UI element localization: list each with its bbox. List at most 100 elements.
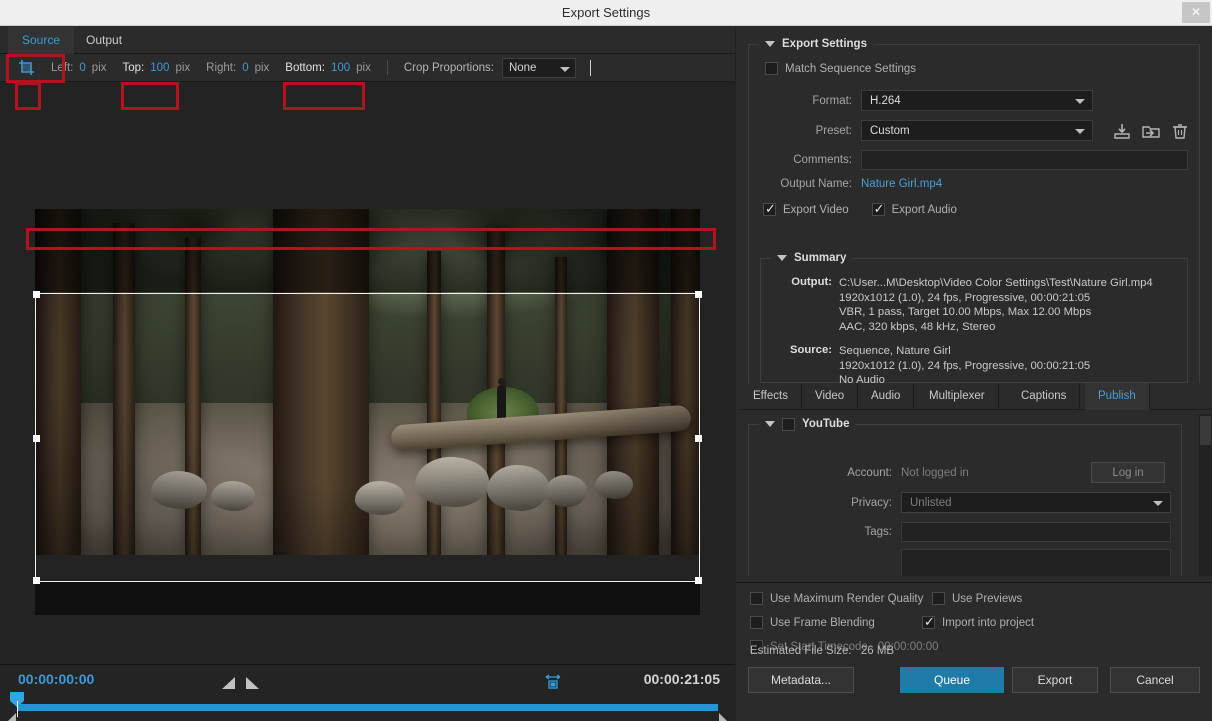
tab-output[interactable]: Output bbox=[72, 26, 136, 54]
crop-proportions-select[interactable]: None bbox=[501, 57, 576, 78]
use-previews-checkbox[interactable] bbox=[932, 592, 945, 605]
crop-toolbar: Left: 0 pix Top: 100 pix Right: 0 pix Bo… bbox=[0, 54, 735, 82]
match-sequence-row: Match Sequence Settings bbox=[765, 62, 916, 75]
youtube-group: YouTube Account: Not logged in Log in Pr… bbox=[748, 416, 1183, 576]
youtube-login-button[interactable]: Log in bbox=[1091, 462, 1165, 483]
output-name-label: Output Name: bbox=[780, 178, 852, 190]
tab-effects[interactable]: Effects bbox=[740, 383, 802, 410]
playhead-line bbox=[16, 701, 18, 717]
use-previews-row: Use Previews bbox=[932, 592, 1022, 605]
format-select[interactable]: H.264 bbox=[861, 90, 1093, 111]
scrubber-track[interactable] bbox=[18, 704, 718, 711]
description-input[interactable] bbox=[901, 549, 1171, 576]
export-audio-checkbox[interactable] bbox=[871, 201, 885, 217]
summary-header: Summary bbox=[771, 250, 853, 266]
crop-tool-icon[interactable] bbox=[18, 59, 35, 76]
crop-top-unit: pix bbox=[175, 61, 191, 74]
privacy-row: Privacy: Unlisted bbox=[749, 492, 1183, 513]
in-point-icon[interactable] bbox=[4, 713, 16, 721]
queue-button[interactable]: Queue bbox=[900, 667, 1004, 693]
match-sequence-checkbox[interactable] bbox=[765, 62, 778, 75]
privacy-label: Privacy: bbox=[851, 496, 892, 509]
match-sequence-label: Match Sequence Settings bbox=[785, 62, 917, 75]
chevron-down-icon bbox=[1153, 501, 1163, 506]
summary-output-line: 1920x1012 (1.0), 24 fps, Progressive, 00… bbox=[839, 291, 1091, 304]
output-name-link[interactable]: Nature Girl.mp4 bbox=[861, 178, 942, 190]
crop-proportions-label: Crop Proportions: bbox=[403, 61, 494, 74]
crop-dim-top bbox=[35, 209, 700, 292]
export-button[interactable]: Export bbox=[1012, 667, 1098, 693]
disclosure-triangle-icon[interactable] bbox=[765, 41, 775, 47]
disclosure-triangle-icon[interactable] bbox=[777, 255, 787, 261]
bottom-options-panel: Use Maximum Render Quality Use Previews … bbox=[736, 582, 1212, 721]
scrubber-area[interactable] bbox=[0, 691, 735, 721]
render-quality-row: Use Maximum Render Quality bbox=[750, 592, 923, 605]
summary-source-line: 1920x1012 (1.0), 24 fps, Progressive, 00… bbox=[839, 359, 1091, 372]
tab-audio[interactable]: Audio bbox=[858, 383, 915, 410]
tags-row: Tags: bbox=[749, 522, 1183, 542]
publish-panel: YouTube Account: Not logged in Log in Pr… bbox=[736, 410, 1212, 576]
chevron-down-icon bbox=[1075, 129, 1085, 134]
privacy-select[interactable]: Unlisted bbox=[901, 492, 1171, 513]
estimated-file-size-value: 26 MB bbox=[860, 645, 895, 657]
crop-bottom-unit: pix bbox=[356, 61, 371, 74]
summary-output-line: C:\User...M\Desktop\Video Color Settings… bbox=[839, 277, 1153, 289]
import-preset-icon[interactable] bbox=[1141, 121, 1161, 141]
account-label: Account: bbox=[847, 466, 892, 479]
crop-left-value[interactable]: 0 bbox=[79, 62, 85, 74]
save-preset-icon[interactable] bbox=[1112, 121, 1132, 141]
current-timecode[interactable]: 00:00:00:00 bbox=[18, 671, 94, 687]
summary-source-block: Source: Sequence, Nature Girl 1920x1012 … bbox=[769, 344, 1189, 388]
crop-bottom-value[interactable]: 100 bbox=[331, 62, 350, 74]
toolbar-divider bbox=[386, 60, 388, 75]
tags-label: Tags: bbox=[864, 526, 893, 538]
crop-dim-bottom bbox=[35, 581, 700, 615]
tab-video[interactable]: Video bbox=[802, 383, 859, 410]
close-icon[interactable]: ✕ bbox=[1182, 2, 1210, 23]
summary-title: Summary bbox=[794, 252, 847, 264]
comments-label: Comments: bbox=[793, 154, 852, 166]
import-into-project-row: Import into project bbox=[922, 614, 1034, 630]
dialog-button-row: Metadata... Queue Export Cancel bbox=[748, 667, 1200, 693]
cancel-button[interactable]: Cancel bbox=[1110, 667, 1200, 693]
tab-multiplexer[interactable]: Multiplexer bbox=[916, 383, 999, 410]
out-point-icon[interactable] bbox=[719, 713, 731, 721]
summary-output-block: Output: C:\User...M\Desktop\Video Color … bbox=[769, 276, 1189, 334]
frame-blending-label: Use Frame Blending bbox=[770, 616, 875, 629]
export-video-checkbox[interactable] bbox=[763, 201, 776, 217]
tab-publish[interactable]: Publish bbox=[1085, 383, 1150, 410]
delete-preset-icon[interactable] bbox=[1170, 121, 1190, 141]
tab-captions[interactable]: Captions bbox=[1008, 383, 1081, 410]
crop-left-label: Left: bbox=[51, 61, 74, 74]
youtube-enable-checkbox[interactable] bbox=[782, 417, 795, 431]
format-value: H.264 bbox=[870, 94, 901, 107]
preset-select[interactable]: Custom bbox=[861, 120, 1093, 141]
account-row: Account: Not logged in Log in bbox=[749, 462, 1183, 483]
crop-right-value[interactable]: 0 bbox=[242, 62, 248, 74]
preset-row: Preset: Custom bbox=[749, 120, 1201, 141]
preset-label: Preset: bbox=[815, 124, 852, 137]
comments-input[interactable] bbox=[861, 150, 1188, 170]
settings-tabstrip: Effects Video Audio Multiplexer Captions… bbox=[740, 383, 1212, 410]
frame-blending-checkbox[interactable] bbox=[750, 616, 763, 629]
tags-input[interactable] bbox=[901, 522, 1171, 542]
crop-top-value[interactable]: 100 bbox=[150, 62, 169, 74]
publish-scrollbar-thumb[interactable] bbox=[1200, 416, 1211, 445]
source-preview-pane: Source Output Left: 0 pix Top: 100 pix R… bbox=[0, 26, 735, 721]
description-row: Description: bbox=[749, 549, 1183, 576]
max-render-quality-checkbox[interactable] bbox=[750, 592, 763, 605]
youtube-header: YouTube bbox=[759, 416, 856, 432]
summary-source-key: Source: bbox=[789, 344, 832, 356]
estimated-file-size: Estimated File Size: 26 MB bbox=[750, 645, 894, 657]
use-previews-label: Use Previews bbox=[952, 592, 1023, 605]
title-bar: Export Settings ✕ bbox=[0, 0, 1212, 26]
metadata-button[interactable]: Metadata... bbox=[748, 667, 854, 693]
crop-top-label: Top: bbox=[122, 61, 145, 74]
crop-proportions-value: None bbox=[508, 61, 537, 74]
export-video-row: Export Video Export Audio bbox=[763, 201, 957, 217]
source-output-tabstrip: Source Output bbox=[0, 26, 735, 54]
disclosure-triangle-icon[interactable] bbox=[765, 421, 775, 427]
tab-source[interactable]: Source bbox=[8, 26, 75, 54]
chevron-down-icon bbox=[1075, 99, 1085, 104]
import-into-project-checkbox[interactable] bbox=[922, 614, 935, 630]
